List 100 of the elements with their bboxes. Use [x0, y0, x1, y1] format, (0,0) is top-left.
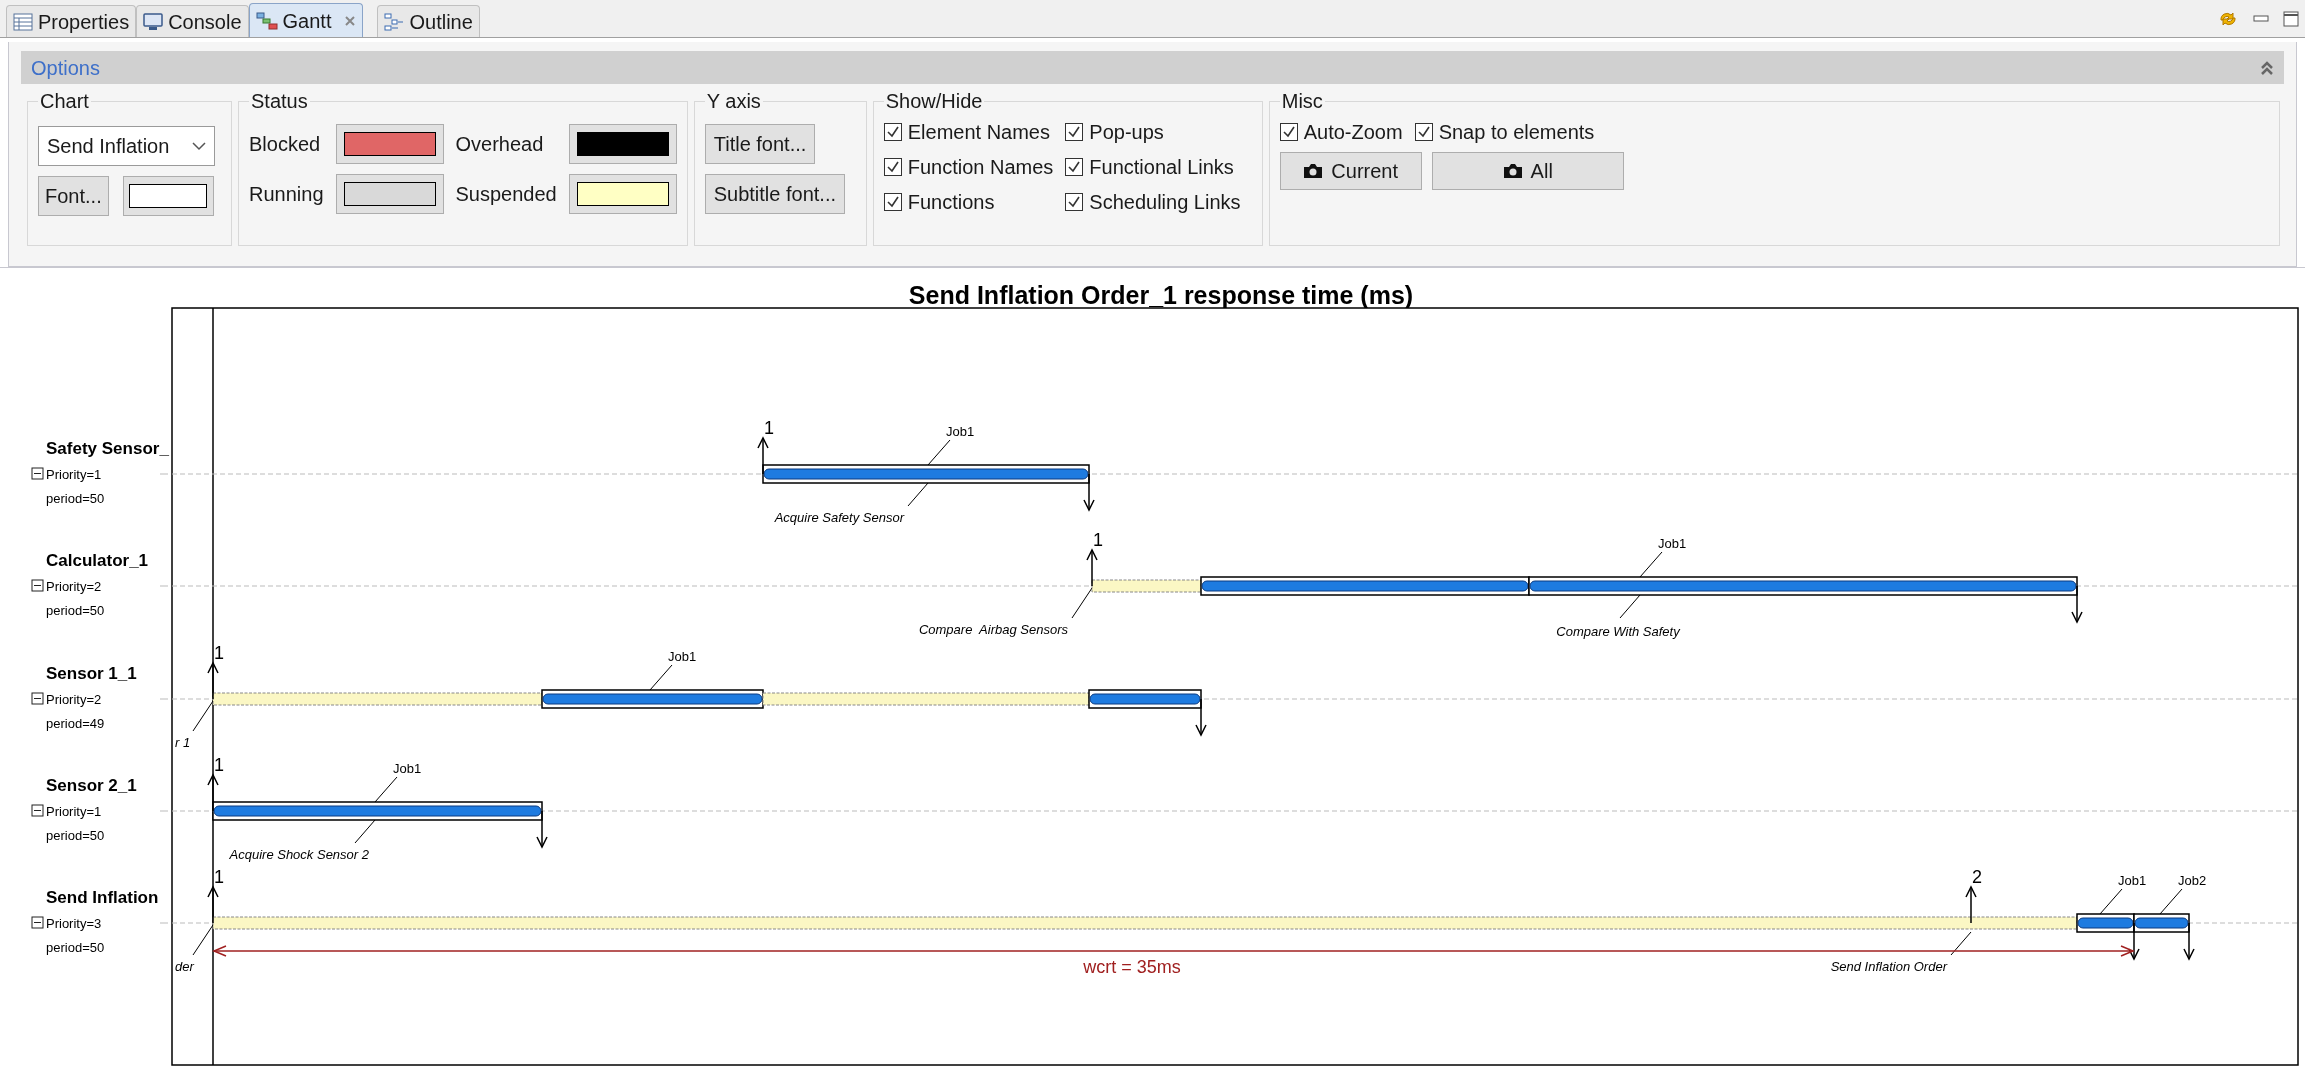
group-title: Chart: [39, 89, 90, 114]
checkbox-label[interactable]: Functions: [907, 187, 995, 217]
minimize-icon[interactable]: [2253, 14, 2269, 23]
running-bar: [2133, 913, 2190, 933]
status-label: Running: [249, 182, 324, 207]
period-label: period=50: [46, 603, 105, 618]
arrival-number: 1: [1093, 530, 1103, 550]
options-title: Options: [31, 55, 100, 81]
end-arrow: [2128, 922, 2140, 961]
view-tab[interactable]: Gantt: [248, 3, 364, 37]
running-bar: [2076, 913, 2135, 933]
end-arrow: [2183, 922, 2195, 961]
job-label: Job1: [946, 424, 975, 439]
task-name: Sensor 1_1: [46, 664, 137, 683]
checkbox-label[interactable]: Function Names: [907, 152, 1054, 182]
checkbox[interactable]: [1065, 123, 1084, 141]
color-swatch-button[interactable]: [335, 174, 444, 214]
font-button[interactable]: Font...: [38, 176, 109, 216]
job-label: Job2: [2178, 873, 2207, 888]
task-name: Calculator_1: [46, 551, 149, 570]
task-name: Send Inflation: [46, 888, 159, 907]
job-label: Job1: [2118, 873, 2147, 888]
task-name: Sensor 2_1: [46, 776, 137, 795]
chart-title: Send Inflation Order_1 response time (ms): [908, 281, 1414, 309]
checkbox[interactable]: [1065, 158, 1084, 176]
checkbox-label[interactable]: Auto-Zoom: [1303, 117, 1403, 147]
status-label: Blocked: [249, 132, 322, 157]
checkbox-label[interactable]: Scheduling Links: [1089, 187, 1241, 217]
leader-line: [1950, 931, 1972, 956]
function-label: Acquire Safety Sensor: [774, 510, 904, 525]
group-title: Y axis: [705, 89, 762, 114]
collapse-icon[interactable]: [31, 467, 44, 480]
snapshot-button[interactable]: Current: [1279, 152, 1422, 190]
view-tab[interactable]: Properties: [6, 5, 137, 37]
period-label: period=49: [46, 716, 105, 731]
collapse-icon[interactable]: [31, 579, 44, 592]
checkbox[interactable]: [883, 123, 902, 141]
function-label: Send Inflation Order: [1830, 959, 1947, 974]
function-label: Compare Airbag Sensors: [918, 622, 1068, 637]
leader-line: [374, 776, 398, 803]
snapshot-button[interactable]: All: [1431, 152, 1624, 190]
checkbox-label[interactable]: Snap to elements: [1438, 117, 1595, 147]
close-icon[interactable]: [344, 14, 357, 27]
chart-dropdown[interactable]: Send Inflation: [38, 126, 215, 166]
end-arrow: [536, 810, 548, 849]
status-label: Overhead: [455, 132, 545, 157]
group-title: Show/Hide: [884, 89, 984, 114]
checkbox[interactable]: [883, 158, 902, 176]
leader-line: [1639, 551, 1663, 578]
function-label: Acquire Shock Sensor 2: [229, 847, 369, 862]
job-label: Job1: [668, 649, 697, 664]
arrival-arrow: [1086, 548, 1098, 587]
color-swatch-button[interactable]: [335, 124, 444, 164]
status-label: Suspended: [455, 182, 557, 207]
end-arrow: [1195, 698, 1207, 737]
gantt-icon: [255, 11, 278, 30]
leader-line: [192, 924, 214, 956]
checkbox-label[interactable]: Element Names: [907, 117, 1050, 147]
color-swatch-button[interactable]: [568, 124, 677, 164]
task-name: Safety Sensor_: [46, 439, 169, 458]
monitor-icon: [143, 12, 164, 31]
maximize-icon[interactable]: [2283, 10, 2299, 27]
leader-line: [649, 664, 673, 691]
checkbox[interactable]: [1065, 193, 1084, 211]
view-tab[interactable]: Outline: [377, 5, 480, 37]
job-label: Job1: [1658, 536, 1687, 551]
background-color-button[interactable]: [122, 176, 214, 216]
color-swatch-button[interactable]: [568, 174, 677, 214]
chevron-down-icon: [192, 141, 206, 151]
checkbox[interactable]: [1279, 123, 1298, 141]
end-arrow: [2071, 585, 2083, 624]
checkbox[interactable]: [1414, 123, 1433, 141]
arrival-arrow: [757, 436, 769, 475]
group-title: Status: [250, 89, 309, 114]
arrival-number: 2: [1972, 867, 1982, 887]
collapse-icon[interactable]: [31, 804, 44, 817]
checkbox[interactable]: [883, 193, 902, 211]
collapse-icon[interactable]: [31, 692, 44, 705]
priority-label: Priority=1: [46, 804, 102, 819]
checkbox-label[interactable]: Pop-ups: [1089, 117, 1164, 147]
leader-line: [907, 482, 929, 507]
priority-label: Priority=2: [46, 692, 102, 707]
outline-icon: [384, 12, 405, 31]
leader-line: [927, 439, 951, 466]
collapse-icon[interactable]: [31, 916, 44, 929]
priority-label: Priority=2: [46, 579, 102, 594]
font-button[interactable]: Title font...: [704, 124, 816, 164]
response-time-label: wcrt = 35ms: [1083, 957, 1181, 977]
function-label: Compare With Safety: [1556, 624, 1680, 639]
camera-icon: [1502, 163, 1523, 179]
view-tab[interactable]: Console: [136, 5, 249, 37]
font-button[interactable]: Subtitle font...: [704, 174, 845, 214]
leader-line: [1071, 587, 1093, 619]
checkbox-label[interactable]: Functional Links: [1089, 152, 1234, 182]
arrival-number: 1: [214, 755, 224, 775]
arrival-number: 1: [214, 867, 224, 887]
period-label: period=50: [46, 940, 105, 955]
group-title: Misc: [1280, 89, 1324, 114]
camera-icon: [1303, 163, 1324, 179]
function-label: der: [175, 959, 194, 974]
